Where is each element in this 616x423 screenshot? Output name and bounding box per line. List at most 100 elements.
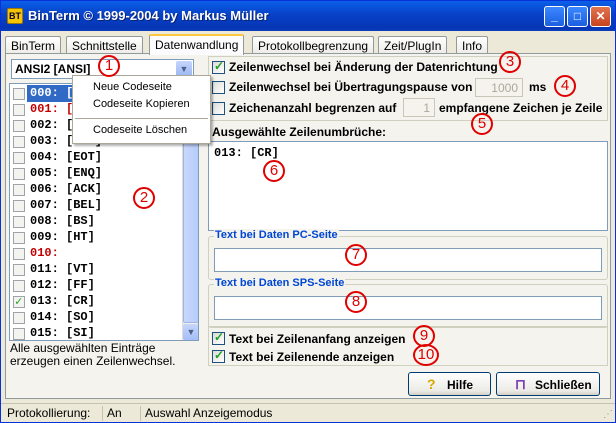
list-item-checkbox[interactable] — [13, 312, 25, 324]
list-item-checkbox[interactable] — [13, 168, 25, 180]
show-line-end-label: Text bei Zeilenende anzeigen — [229, 350, 395, 364]
list-item-checkbox[interactable] — [13, 104, 25, 116]
list-item-label: 015: [SI] — [30, 326, 95, 340]
list-item[interactable]: 006: [ACK] — [10, 181, 182, 198]
list-item[interactable]: 007: [BEL] — [10, 197, 182, 214]
sps-text-input[interactable] — [214, 296, 602, 320]
list-item[interactable]: 013: [CR] — [10, 293, 182, 310]
close-button[interactable]: ⊓ Schließen — [496, 372, 600, 396]
list-item[interactable]: 012: [FF] — [10, 277, 182, 294]
list-item-checkbox[interactable] — [13, 216, 25, 228]
list-item-label: 010: — [30, 246, 59, 260]
opt-limit-chars-label: Zeichenanzahl begrenzen auf — [229, 101, 397, 115]
list-item[interactable]: 015: [SI] — [10, 325, 182, 340]
status-mode: Auswahl Anzeigemodus — [145, 406, 273, 420]
list-item[interactable]: 009: [HT] — [10, 229, 182, 246]
exit-door-icon: ⊓ — [515, 376, 526, 392]
marker-3: 3 — [499, 51, 521, 73]
list-item[interactable]: 011: [VT] — [10, 261, 182, 278]
opt-limit-chars-checkbox[interactable] — [212, 102, 225, 115]
pause-unit-label: ms — [529, 80, 547, 94]
pause-ms-input[interactable]: 1000 — [475, 78, 523, 97]
list-item-checkbox[interactable] — [13, 120, 25, 132]
marker-10: 10 — [413, 344, 439, 366]
list-item-checkbox[interactable] — [13, 328, 25, 340]
tab-protokollbegrenzung[interactable]: Protokollbegrenzung — [252, 36, 375, 54]
help-button[interactable]: ? Hilfe — [408, 372, 491, 396]
list-item-label: 004: [EOT] — [30, 150, 103, 164]
list-item-label: 009: [HT] — [30, 230, 95, 244]
marker-2: 2 — [133, 187, 155, 209]
list-item-label: 005: [ENQ] — [30, 166, 103, 180]
list-item-checkbox[interactable] — [13, 136, 25, 148]
list-item-label: 007: [BEL] — [30, 198, 103, 212]
pc-text-input[interactable] — [214, 248, 602, 272]
list-item-checkbox[interactable] — [13, 232, 25, 244]
list-item-label: 012: [FF] — [30, 278, 95, 292]
menu-separator — [75, 118, 208, 119]
limit-chars-input[interactable]: 1 — [403, 98, 435, 117]
limit-chars-suffix: empfangene Zeichen je Zeile — [439, 101, 603, 115]
marker-7: 7 — [345, 244, 367, 266]
sps-text-group: Text bei Daten SPS-Seite — [208, 277, 608, 328]
menu-item-codeseite-kopieren[interactable]: Codeseite Kopieren — [93, 98, 190, 110]
show-line-start-checkbox[interactable] — [212, 330, 225, 345]
list-item-checkbox[interactable] — [13, 152, 25, 164]
list-item-label: 014: [SO] — [30, 310, 95, 324]
pc-text-group: Text bei Daten PC-Seite — [208, 229, 608, 280]
show-line-start-label: Text bei Zeilenanfang anzeigen — [229, 332, 406, 346]
opt-pause-checkbox[interactable] — [212, 81, 225, 94]
list-item-checkbox[interactable] — [13, 88, 25, 100]
sps-text-group-title: Text bei Daten SPS-Seite — [214, 277, 346, 289]
list-item[interactable]: 010: — [10, 245, 182, 262]
list-item-checkbox[interactable] — [13, 184, 25, 196]
window-title: BinTerm © 1999-2004 by Markus Müller — [28, 8, 269, 23]
status-bar: Protokollierung: An Auswahl Anzeigemodus… — [1, 403, 615, 422]
menu-item-codeseite-loeschen[interactable]: Codeseite Löschen — [93, 124, 187, 136]
scroll-down-icon[interactable]: ▼ — [183, 324, 198, 340]
marker-5: 5 — [471, 113, 493, 135]
list-item-label: 008: [BS] — [30, 214, 95, 228]
tab-schnittstelle[interactable]: Schnittstelle — [66, 36, 143, 54]
close-window-button[interactable]: ✕ — [590, 6, 611, 27]
resize-grip-icon[interactable]: ⋰ — [603, 409, 613, 420]
marker-4: 4 — [554, 75, 576, 97]
list-item[interactable]: 005: [ENQ] — [10, 165, 182, 182]
codepage-context-menu: Neue Codeseite Codeseite Kopieren Codese… — [72, 75, 211, 144]
codepage-value: ANSI2 [ANSI] — [15, 62, 91, 76]
question-icon: ? — [427, 376, 436, 392]
list-item-label: 013: [CR] — [30, 294, 95, 308]
marker-6: 6 — [263, 160, 285, 182]
opt-pause-label: Zeilenwechsel bei Übertragungspause von — [229, 80, 473, 94]
list-item-checkbox[interactable] — [13, 248, 25, 260]
pc-text-group-title: Text bei Daten PC-Seite — [214, 229, 339, 241]
list-item[interactable]: 014: [SO] — [10, 309, 182, 326]
list-item-checkbox[interactable] — [13, 264, 25, 276]
list-note: Alle ausgewählten Einträge erzeugen eine… — [10, 341, 176, 368]
tab-info[interactable]: Info — [456, 36, 489, 54]
menu-item-neue-codeseite[interactable]: Neue Codeseite — [93, 81, 172, 93]
list-item-checkbox[interactable] — [13, 294, 25, 309]
tab-datenwandlung[interactable]: Datenwandlung — [149, 34, 245, 55]
selected-breaks-area[interactable]: 013: [CR] — [208, 141, 608, 231]
minimize-button[interactable]: _ — [544, 6, 565, 27]
title-bar[interactable]: BT BinTerm © 1999-2004 by Markus Müller … — [1, 1, 615, 31]
opt-direction-change-checkbox[interactable] — [212, 59, 225, 74]
maximize-button[interactable]: □ — [567, 6, 588, 27]
show-line-end-checkbox[interactable] — [212, 348, 225, 363]
help-button-label: Hilfe — [447, 378, 474, 392]
marker-1: 1 — [98, 55, 120, 77]
list-item-label: 011: [VT] — [30, 262, 95, 276]
list-item-label: 006: [ACK] — [30, 182, 103, 196]
list-item-checkbox[interactable] — [13, 280, 25, 292]
status-logging-label: Protokollierung: — [3, 406, 103, 421]
app-icon: BT — [7, 8, 23, 24]
selected-breaks-label: Ausgewählte Zeilenumbrüche: — [212, 125, 387, 139]
close-button-label: Schließen — [535, 378, 592, 392]
opt-direction-change-label: Zeilenwechsel bei Änderung der Datenrich… — [229, 60, 498, 74]
list-item[interactable]: 008: [BS] — [10, 213, 182, 230]
tab-binterm[interactable]: BinTerm — [5, 36, 62, 54]
list-item-checkbox[interactable] — [13, 200, 25, 212]
list-item[interactable]: 004: [EOT] — [10, 149, 182, 166]
tab-zeit-plugin[interactable]: Zeit/PlugIn — [378, 36, 448, 54]
